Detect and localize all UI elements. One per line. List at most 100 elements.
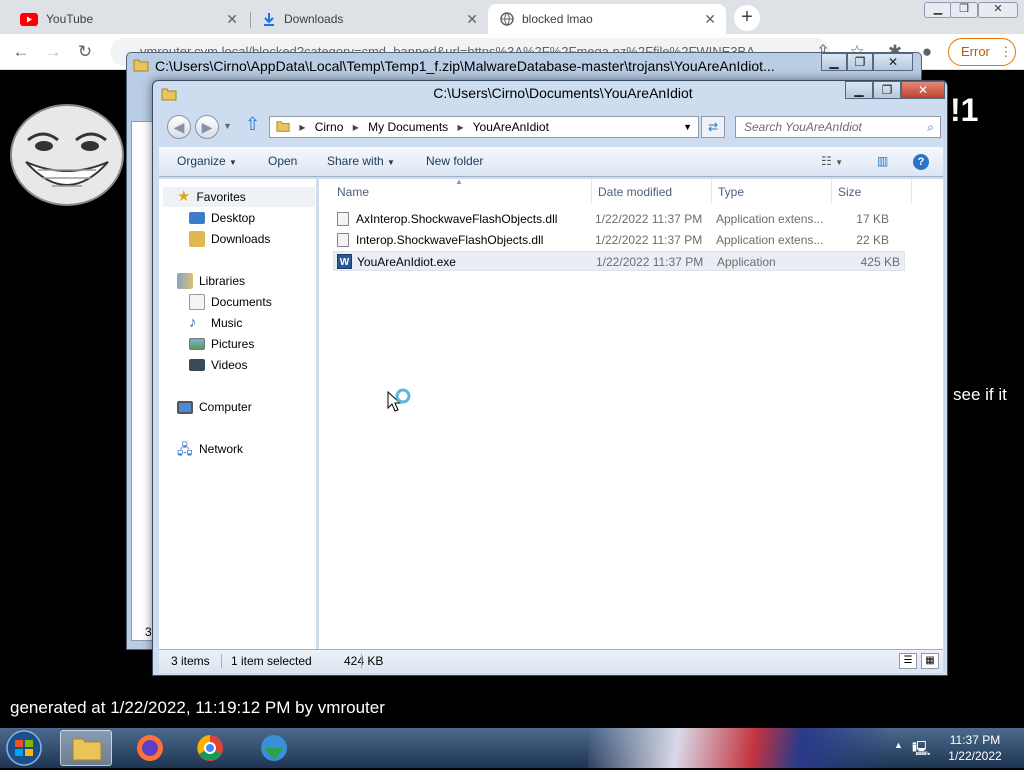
show-hidden-icons[interactable]: ▲ <box>894 740 903 750</box>
downloads-folder-icon <box>189 231 205 247</box>
folder-icon <box>133 59 149 72</box>
explorer-window[interactable]: C:\Users\Cirno\Documents\YouAreAnIdiot ▁… <box>152 80 948 676</box>
refresh-icon[interactable]: ⇄ <box>701 116 725 138</box>
page-heading-fragment: !1 <box>950 92 979 128</box>
taskbar-firefox[interactable] <box>124 730 176 766</box>
windows-start-icon[interactable] <box>2 729 46 767</box>
column-divider[interactable] <box>911 179 912 203</box>
taskbar-chrome[interactable] <box>184 730 236 766</box>
tab-downloads[interactable]: Downloads ✕ <box>250 4 488 34</box>
close-icon[interactable]: ✕ <box>226 11 238 28</box>
command-bar: Organize ▼ Open Share with ▼ New folder … <box>159 147 943 177</box>
minimize-button[interactable]: ▁ <box>821 53 847 71</box>
close-window-button[interactable]: ✕ <box>978 2 1018 18</box>
youtube-icon <box>20 12 38 26</box>
sidebar-item-music[interactable]: ♪ Music <box>189 313 242 333</box>
sidebar-item-downloads[interactable]: Downloads <box>189 229 270 249</box>
clock-date: 1/22/2022 <box>948 749 1002 763</box>
column-header-type[interactable]: Type <box>718 185 744 199</box>
file-size: 425 KB <box>860 255 900 269</box>
taskbar-explorer[interactable] <box>60 730 112 766</box>
nav-label: Documents <box>211 295 272 309</box>
tiles-view-icon[interactable]: ▦ <box>921 653 939 669</box>
nav-label: Music <box>211 316 243 330</box>
clock-time: 11:37 PM <box>949 733 1001 747</box>
column-divider[interactable] <box>591 179 592 203</box>
close-icon[interactable]: ✕ <box>466 11 478 28</box>
help-icon[interactable]: ? <box>913 154 929 170</box>
minimize-button[interactable]: ▁ <box>845 81 873 99</box>
new-tab-button[interactable]: + <box>734 5 760 31</box>
network-tray-icon[interactable]: 🖳 <box>912 738 931 762</box>
idm-globe-icon <box>261 735 287 761</box>
sidebar-item-videos[interactable]: Videos <box>189 355 247 375</box>
chevron-down-icon[interactable]: ▼ <box>683 117 692 137</box>
globe-icon <box>500 12 514 26</box>
file-row[interactable]: AxInterop.ShockwaveFlashObjects.dll 1/22… <box>333 209 905 229</box>
error-button[interactable]: Error ⋮ <box>948 38 1016 66</box>
sidebar-item-network[interactable]: 🖧 Network <box>177 439 243 459</box>
file-row[interactable]: Interop.ShockwaveFlashObjects.dll 1/22/2… <box>333 230 905 250</box>
close-button[interactable]: ✕ <box>873 53 913 71</box>
sidebar-item-pictures[interactable]: Pictures <box>189 334 254 354</box>
breadcrumb-item[interactable]: Cirno <box>315 120 344 134</box>
forward-arrow-icon[interactable]: → <box>42 41 64 63</box>
column-divider[interactable] <box>711 179 712 203</box>
busy-cursor-icon <box>387 388 411 412</box>
recent-pages-icon[interactable]: ▼ <box>223 121 232 131</box>
sort-up-icon: ▲ <box>455 177 463 186</box>
documents-icon <box>189 294 205 310</box>
window-title: C:\Users\Cirno\AppData\Local\Temp\Temp1_… <box>155 58 775 74</box>
close-button[interactable]: ✕ <box>901 81 945 99</box>
maximize-button[interactable]: ❐ <box>847 53 873 71</box>
breadcrumb-item[interactable]: YouAreAnIdiot <box>473 120 549 134</box>
minimize-button[interactable]: ▁ <box>924 2 952 18</box>
tab-youtube[interactable]: YouTube ✕ <box>8 4 248 34</box>
clock[interactable]: 11:37 PM 1/22/2022 <box>935 732 1015 764</box>
tab-blocked[interactable]: blocked lmao ✕ <box>488 4 726 34</box>
breadcrumb[interactable]: ▸ Cirno ▸ My Documents ▸ YouAreAnIdiot ▼ <box>269 116 699 138</box>
organize-button[interactable]: Organize ▼ <box>177 154 237 168</box>
selection-size: 424 KB <box>344 654 384 668</box>
reload-icon[interactable]: ↻ <box>74 41 96 63</box>
open-button[interactable]: Open <box>268 154 297 168</box>
share-with-button[interactable]: Share with ▼ <box>327 154 395 168</box>
up-arrow-icon[interactable]: ⇧ <box>245 114 260 135</box>
maximize-button[interactable]: ❐ <box>950 2 978 18</box>
column-header-date[interactable]: Date modified <box>598 185 672 199</box>
selection-count: 1 item selected <box>231 654 312 668</box>
file-name: Interop.ShockwaveFlashObjects.dll <box>356 233 544 247</box>
search-input[interactable]: Search YouAreAnIdiot ⌕ <box>735 116 941 138</box>
back-arrow-icon[interactable]: ← <box>10 41 32 63</box>
tab-label: blocked lmao <box>522 12 593 26</box>
sidebar-item-favorites[interactable]: ★ Favorites <box>163 187 315 207</box>
nav-label: Network <box>199 442 244 456</box>
file-name: YouAreAnIdiot.exe <box>357 255 456 269</box>
nav-label: Videos <box>211 358 248 372</box>
sidebar-item-documents[interactable]: Documents <box>189 292 272 312</box>
maximize-button[interactable]: ❐ <box>873 81 901 99</box>
nav-label: Pictures <box>211 337 255 351</box>
nav-label: Favorites <box>196 190 246 204</box>
download-icon <box>264 13 274 26</box>
organize-label: Organize <box>177 154 226 168</box>
file-row-selected[interactable]: W YouAreAnIdiot.exe 1/22/2022 11:37 PM A… <box>333 251 905 271</box>
sidebar-item-desktop[interactable]: Desktop <box>189 208 255 228</box>
sidebar-item-libraries[interactable]: Libraries <box>177 271 245 291</box>
search-icon[interactable]: ⌕ <box>927 117 934 137</box>
taskbar-download-manager[interactable] <box>248 730 300 766</box>
view-options-icon[interactable]: ☷ ▼ <box>821 154 843 168</box>
column-header-size[interactable]: Size <box>838 185 861 199</box>
back-button[interactable]: ◀ <box>167 115 191 139</box>
forward-button[interactable]: ▶ <box>195 115 219 139</box>
column-divider[interactable] <box>831 179 832 203</box>
tab-label: Downloads <box>284 12 344 26</box>
file-name: AxInterop.ShockwaveFlashObjects.dll <box>356 212 558 226</box>
new-folder-button[interactable]: New folder <box>426 154 483 168</box>
preview-pane-icon[interactable]: ▥ <box>877 154 888 168</box>
details-view-icon[interactable]: ☰ <box>899 653 917 669</box>
breadcrumb-item[interactable]: My Documents <box>368 120 448 134</box>
close-icon[interactable]: ✕ <box>704 11 716 28</box>
sidebar-item-computer[interactable]: Computer <box>177 397 252 417</box>
column-header-name[interactable]: Name <box>337 185 369 199</box>
